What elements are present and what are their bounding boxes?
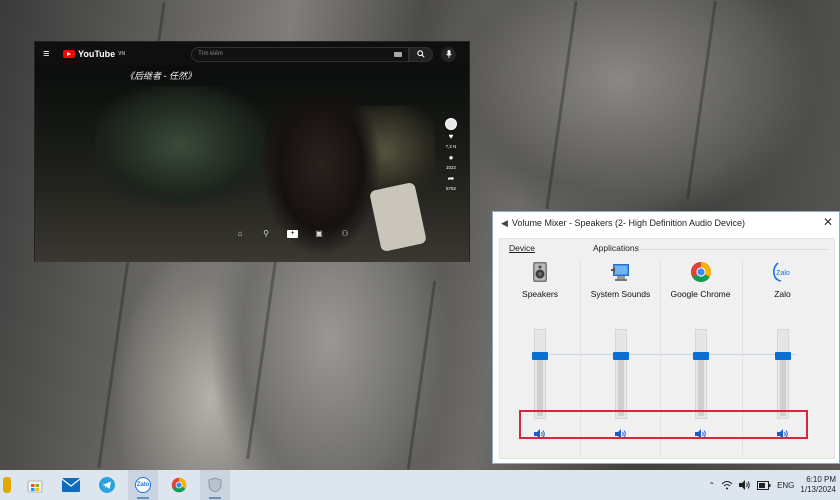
volume-slider-fill — [697, 355, 704, 416]
folder-icon — [3, 477, 11, 493]
volume-slider-fill — [617, 355, 624, 416]
youtube-window[interactable]: ≡ YouTube VN Tìm kiếm 《后继者 - 任然》 ♥ 7,2 N… — [34, 41, 470, 262]
svg-text:Zalo: Zalo — [776, 270, 790, 277]
close-button[interactable]: ✕ — [821, 215, 835, 229]
create-icon[interactable]: + — [287, 229, 298, 238]
battery-icon[interactable] — [757, 480, 771, 490]
store-icon — [27, 480, 43, 493]
column-name: Zalo — [774, 289, 791, 299]
volume-slider-thumb[interactable] — [532, 352, 548, 361]
telegram-icon — [99, 477, 115, 493]
video-player[interactable]: 《后继者 - 任然》 ♥ 7,2 N ● 1022 ➦ 5752 ⌂ ⚲ + ▣… — [35, 66, 469, 262]
mail-icon — [62, 478, 80, 492]
taskbar: Zalo ⌃ ENG 6:10 PM 1/13/2024 — [0, 470, 840, 500]
microphone-icon — [445, 50, 452, 58]
youtube-logo[interactable]: YouTube VN — [63, 49, 125, 59]
volume-slider-fill — [779, 355, 786, 416]
chrome-icon[interactable] — [690, 261, 712, 283]
mute-buttons-highlight — [519, 410, 808, 439]
column-name: Google Chrome — [670, 289, 731, 299]
volume-slider[interactable] — [774, 329, 791, 419]
window-title: Volume Mixer - Speakers (2- High Definit… — [511, 218, 746, 228]
volume-icon[interactable] — [739, 480, 751, 490]
profile-icon[interactable]: ⚇ — [340, 229, 350, 238]
search-icon — [417, 50, 425, 58]
share-count: 5752 — [445, 186, 456, 191]
voice-search-button[interactable] — [441, 46, 457, 62]
column-name: System Sounds — [590, 289, 651, 299]
search-input[interactable]: Tìm kiếm — [191, 46, 410, 62]
system-tray: ⌃ ENG 6:10 PM 1/13/2024 — [708, 470, 840, 500]
speaker-icon: ◀ — [501, 217, 508, 228]
taskbar-mail[interactable] — [56, 470, 86, 500]
taskbar-zalo[interactable]: Zalo — [128, 470, 158, 500]
taskbar-store[interactable] — [20, 470, 50, 500]
taskbar-telegram[interactable] — [92, 470, 122, 500]
like-count: 7,2 N — [445, 144, 457, 149]
video-caption: 《后继者 - 任然》 — [125, 71, 196, 81]
taskbar-youtube-app[interactable] — [200, 470, 230, 500]
volume-slider[interactable] — [532, 329, 548, 419]
volume-slider-thumb[interactable] — [774, 352, 791, 361]
taskbar-chrome[interactable] — [164, 470, 194, 500]
bottom-nav: ⌂ ⚲ + ▣ ⚇ — [235, 229, 350, 238]
device-header: Device — [509, 243, 535, 253]
youtube-top-bar: ≡ YouTube VN Tìm kiếm — [35, 42, 469, 66]
menu-icon[interactable]: ≡ — [43, 48, 55, 60]
language-indicator[interactable]: ENG — [777, 481, 794, 490]
volume-slider[interactable] — [692, 329, 709, 419]
like-icon[interactable]: ♥ — [449, 133, 454, 141]
shorts-action-bar: ♥ 7,2 N ● 1022 ➦ 5752 — [441, 118, 461, 193]
zalo-icon: Zalo — [135, 477, 151, 493]
volume-slider-fill — [537, 355, 543, 416]
start-button[interactable] — [0, 470, 14, 500]
volume-mixer-titlebar[interactable]: ◀ Volume Mixer - Speakers (2- High Defin… — [493, 212, 839, 234]
applications-header: Applications — [593, 243, 639, 253]
volume-slider[interactable] — [612, 329, 629, 419]
keyboard-icon[interactable] — [394, 51, 403, 57]
chevron-up-icon[interactable]: ⌃ — [708, 481, 715, 490]
search-icon[interactable]: ⚲ — [261, 229, 271, 238]
youtube-play-icon — [63, 50, 75, 58]
speakers-icon[interactable] — [529, 261, 551, 283]
comment-icon[interactable]: ● — [449, 154, 454, 162]
app-shield-icon — [208, 477, 222, 493]
clock-date: 1/13/2024 — [800, 485, 836, 494]
zalo-icon[interactable]: Zalo — [772, 261, 794, 283]
home-icon[interactable]: ⌂ — [235, 229, 245, 238]
channel-avatar[interactable] — [445, 118, 457, 130]
share-icon[interactable]: ➦ — [448, 175, 455, 183]
wifi-icon[interactable] — [721, 480, 733, 490]
subscriptions-icon[interactable]: ▣ — [314, 229, 324, 238]
column-name: Speakers — [522, 289, 558, 299]
volume-slider-thumb[interactable] — [612, 352, 629, 361]
chrome-icon — [171, 477, 187, 493]
system-sounds-icon[interactable] — [610, 261, 632, 283]
clock-time: 6:10 PM — [806, 475, 836, 484]
volume-slider-thumb[interactable] — [692, 352, 709, 361]
clock[interactable]: 6:10 PM 1/13/2024 — [800, 475, 836, 495]
comment-count: 1022 — [445, 165, 456, 170]
search-button[interactable] — [409, 46, 434, 62]
